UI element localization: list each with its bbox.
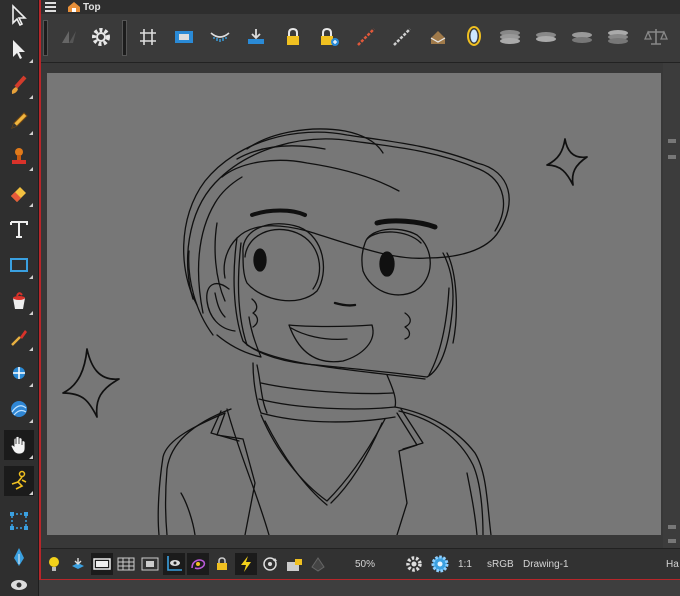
flower-icon[interactable]: [429, 553, 451, 575]
balance-icon[interactable]: [643, 24, 669, 50]
pencil-icon[interactable]: [4, 106, 34, 136]
render-icon[interactable]: [307, 553, 329, 575]
bone-alt-icon[interactable]: [389, 24, 415, 50]
ratio-label[interactable]: 1:1: [458, 559, 472, 570]
hamburger-icon[interactable]: [41, 0, 59, 14]
export-icon[interactable]: [243, 24, 269, 50]
eraser-icon[interactable]: [4, 178, 34, 208]
safe-area-icon[interactable]: [139, 553, 161, 575]
grid-icon[interactable]: [135, 24, 161, 50]
camera-mask-icon[interactable]: [171, 24, 197, 50]
toolbar-grip[interactable]: [43, 20, 48, 56]
dropper-icon[interactable]: [4, 322, 34, 352]
sphere-icon[interactable]: [4, 394, 34, 424]
onion-toggle-icon[interactable]: [187, 553, 209, 575]
mirror-icon[interactable]: [461, 24, 487, 50]
table-icon[interactable]: [115, 553, 137, 575]
rotate-icon[interactable]: [259, 553, 281, 575]
envelope-icon[interactable]: [425, 24, 451, 50]
settings-gear-icon[interactable]: [88, 24, 114, 50]
bolt-icon[interactable]: [235, 553, 257, 575]
layer-icon[interactable]: [67, 553, 89, 575]
breadcrumb[interactable]: Top: [67, 1, 101, 13]
view-header: Top: [41, 0, 680, 14]
rectangle-icon[interactable]: [4, 250, 34, 280]
lock-icon[interactable]: [280, 24, 306, 50]
paint-bucket-icon[interactable]: [4, 286, 34, 316]
truncated-status-label: Ha: [666, 559, 679, 570]
bone-icon[interactable]: [353, 24, 379, 50]
bulb-icon[interactable]: [43, 553, 65, 575]
transform-box-icon[interactable]: [4, 506, 34, 536]
preview-icon[interactable]: [91, 553, 113, 575]
pen-icon[interactable]: [4, 542, 34, 572]
cam-lock-icon[interactable]: [283, 553, 305, 575]
onion-skin-icon[interactable]: [56, 24, 82, 50]
select-arrow-icon[interactable]: [4, 0, 34, 30]
tools-toolbar: [0, 0, 40, 596]
zoom-level[interactable]: 50%: [355, 559, 375, 570]
drawing-canvas[interactable]: [47, 73, 661, 535]
toolbar-separator: [122, 20, 127, 56]
layer-stack-icon[interactable]: [497, 24, 523, 50]
view-status-bar: 50% 1:1 sRGB Drawing-1 Ha: [41, 548, 680, 579]
camera-stage: [41, 63, 680, 548]
drawing-name-label: Drawing-1: [523, 559, 569, 570]
rigging-icon[interactable]: [4, 466, 34, 496]
lock-small-icon[interactable]: [211, 553, 233, 575]
character-sketch: [62, 128, 588, 535]
eye-icon[interactable]: [4, 574, 34, 596]
layer-up-icon[interactable]: [605, 24, 631, 50]
lower-panel-edge: [39, 580, 680, 596]
vertical-scrollbar[interactable]: [663, 63, 680, 548]
brush-icon[interactable]: [4, 70, 34, 100]
layer-flat-icon[interactable]: [533, 24, 559, 50]
text-icon[interactable]: [4, 214, 34, 244]
breadcrumb-label: Top: [83, 1, 101, 13]
light-table-icon[interactable]: [207, 24, 233, 50]
camera-view-toolbar: [41, 14, 680, 63]
layer-down-icon[interactable]: [569, 24, 595, 50]
home-icon: [68, 2, 80, 12]
camera-view-icon[interactable]: [163, 553, 185, 575]
color-space-label[interactable]: sRGB: [487, 559, 514, 570]
pivot-icon[interactable]: [4, 358, 34, 388]
contour-editor-icon[interactable]: [4, 34, 34, 64]
stamp-icon[interactable]: [4, 142, 34, 172]
gear-small-icon[interactable]: [403, 553, 425, 575]
lock-add-icon[interactable]: [316, 24, 342, 50]
hand-icon[interactable]: [4, 430, 34, 460]
